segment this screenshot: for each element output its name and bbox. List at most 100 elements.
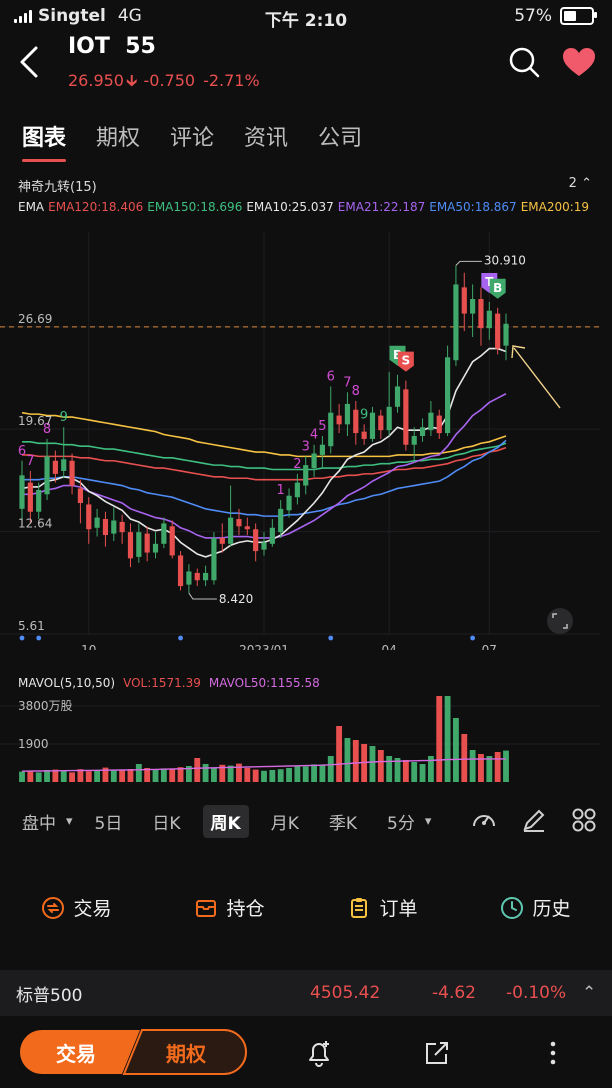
volume-chart[interactable]: 3800万股 1900 bbox=[0, 692, 612, 788]
candle-body bbox=[369, 412, 376, 439]
indicator-toggle[interactable]: 2 ⌃ bbox=[569, 176, 592, 191]
candle-body bbox=[244, 526, 250, 530]
volume-bar bbox=[478, 754, 484, 782]
candle-body bbox=[228, 517, 234, 544]
high-label: 30.910 bbox=[484, 253, 526, 267]
back-icon[interactable] bbox=[16, 44, 46, 80]
index-change-pct: -0.10% bbox=[506, 983, 567, 1003]
period-4[interactable]: 月K bbox=[263, 805, 307, 838]
period-0[interactable]: 盘中 bbox=[14, 805, 64, 838]
speedometer-icon[interactable] bbox=[470, 806, 498, 834]
tab-4[interactable]: 公司 bbox=[318, 120, 362, 162]
index-ticker-row[interactable]: 标普500 4505.42 -4.62 -0.10% ⌃ bbox=[0, 970, 612, 1016]
volume-bar bbox=[352, 740, 359, 782]
volume-bar bbox=[436, 696, 443, 782]
volume-bar bbox=[19, 771, 25, 782]
history-action[interactable]: 历史 bbox=[500, 894, 571, 921]
td-count-label: 6 bbox=[327, 369, 335, 384]
candle-body bbox=[86, 504, 92, 530]
volume-bar bbox=[135, 764, 142, 782]
period-2[interactable]: 日K bbox=[144, 805, 188, 838]
td-count-label: 9 bbox=[360, 407, 368, 422]
volume-bar bbox=[169, 769, 176, 782]
favorite-heart-icon[interactable] bbox=[560, 44, 598, 80]
positions-action[interactable]: 持仓 bbox=[194, 894, 265, 921]
chevron-up-icon[interactable]: ⌃ bbox=[582, 983, 596, 1003]
volume-bar bbox=[269, 770, 276, 782]
volume-bar bbox=[44, 770, 50, 782]
orders-action[interactable]: 订单 bbox=[347, 894, 418, 921]
candle-body bbox=[169, 526, 175, 556]
y-axis-label: 26.69 bbox=[18, 312, 52, 326]
event-dot[interactable] bbox=[470, 635, 476, 641]
tab-3[interactable]: 资讯 bbox=[244, 120, 288, 162]
tab-bar: 图表 期权 评论 资讯 公司 bbox=[22, 120, 392, 162]
event-dot[interactable] bbox=[178, 635, 183, 641]
x-axis-label: 04 bbox=[382, 643, 397, 650]
volume-bar bbox=[60, 770, 67, 782]
candle-body bbox=[386, 406, 392, 431]
td-count-label: 3 bbox=[302, 439, 310, 454]
candle-body bbox=[411, 435, 417, 445]
status-bar: Singtel 4G 下午 2:10 57% bbox=[0, 0, 612, 32]
volume-bar bbox=[386, 756, 393, 782]
event-dot[interactable] bbox=[328, 635, 334, 641]
candle-body bbox=[319, 444, 326, 455]
pen-draw-icon[interactable] bbox=[520, 806, 548, 834]
low-leader bbox=[188, 592, 217, 600]
candle-body bbox=[44, 456, 50, 495]
volume-bar bbox=[202, 764, 209, 782]
volume-bar bbox=[286, 768, 292, 782]
candle-body bbox=[378, 415, 384, 431]
volume-bar bbox=[336, 726, 343, 782]
period-6[interactable]: 5分 bbox=[379, 805, 423, 838]
fullscreen-icon[interactable] bbox=[547, 608, 573, 634]
tab-0[interactable]: 图表 bbox=[22, 120, 67, 162]
tab-1[interactable]: 期权 bbox=[96, 120, 140, 162]
period-bar: 盘中 ▾ 5日 日K 周K 月K 季K 5分 ▾ bbox=[14, 804, 598, 838]
candle-body bbox=[36, 489, 42, 512]
tab-2[interactable]: 评论 bbox=[170, 120, 214, 162]
td-count-label: 2 bbox=[293, 457, 301, 472]
search-icon[interactable] bbox=[506, 44, 542, 80]
price-change-pct: -2.71% bbox=[203, 71, 260, 90]
ticker-title: IOT 55 bbox=[68, 34, 156, 59]
volume-bar bbox=[110, 770, 117, 782]
candle-body bbox=[61, 459, 67, 471]
volume-bar bbox=[236, 763, 242, 782]
clipboard-list-icon bbox=[351, 897, 368, 918]
drawn-arrow-head bbox=[511, 345, 526, 359]
drawn-arrow-line[interactable] bbox=[513, 347, 561, 409]
options-button[interactable]: 期权 bbox=[166, 1038, 206, 1067]
grid-layout-icon[interactable] bbox=[570, 806, 598, 834]
y-axis-label: 12.64 bbox=[18, 517, 52, 531]
period-1[interactable]: 5日 bbox=[87, 805, 131, 838]
volume-bar bbox=[261, 770, 267, 782]
indicator-title[interactable]: 神奇九转(15) bbox=[18, 176, 97, 195]
candle-body bbox=[219, 537, 225, 544]
volume-bar bbox=[252, 769, 259, 782]
last-price: 26.950 bbox=[68, 71, 124, 90]
candle-body bbox=[478, 299, 484, 329]
trade-action[interactable]: 交易 bbox=[41, 894, 112, 921]
td-count-label: 6 bbox=[18, 444, 26, 459]
bell-plus-icon[interactable] bbox=[304, 1038, 334, 1068]
candle-body bbox=[52, 460, 58, 474]
period-3[interactable]: 周K bbox=[202, 804, 249, 838]
candle-body bbox=[119, 521, 125, 533]
candle-body bbox=[19, 475, 25, 509]
inbox-tray-icon bbox=[196, 899, 217, 917]
more-vertical-icon[interactable] bbox=[538, 1038, 568, 1068]
trade-button[interactable]: 交易 bbox=[56, 1038, 96, 1067]
volume-bar bbox=[127, 769, 134, 782]
volume-bar bbox=[319, 764, 326, 782]
td-count-label: 4 bbox=[310, 428, 318, 443]
volume-bar bbox=[302, 766, 309, 782]
event-dot[interactable] bbox=[19, 635, 25, 641]
volume-bar bbox=[94, 770, 101, 782]
candlestick-chart[interactable]: 6789123456 789B ST B26.6919.6712.645.6110 20… bbox=[0, 222, 612, 650]
volume-bar bbox=[327, 756, 334, 782]
event-dot[interactable] bbox=[36, 635, 42, 641]
share-icon[interactable] bbox=[422, 1038, 452, 1068]
period-5[interactable]: 季K bbox=[321, 805, 365, 838]
